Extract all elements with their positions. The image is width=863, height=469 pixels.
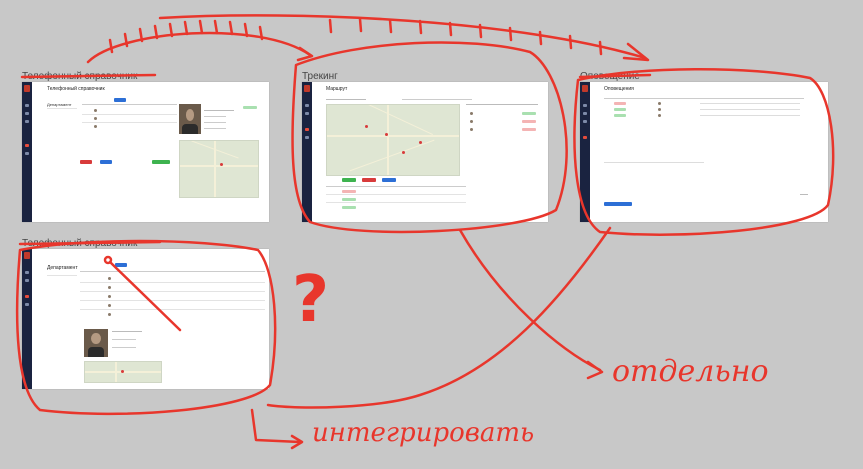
circle-notifications	[573, 68, 835, 236]
strike-line	[18, 240, 162, 246]
circle-phonebook	[15, 239, 277, 416]
question-mark: ?	[292, 263, 330, 337]
separately-note: отдельно	[612, 354, 769, 389]
circle-tracking	[291, 41, 568, 234]
strike-line	[20, 73, 157, 79]
strike-line	[578, 73, 652, 79]
connector-line	[108, 260, 182, 332]
arrow-to-separately	[458, 228, 602, 372]
arrow-phonebook-to-tracking	[86, 31, 312, 64]
arrow-tracking-to-notifications	[158, 14, 647, 60]
integrate-note: интегрировать	[312, 418, 535, 448]
annotation-layer	[15, 14, 835, 450]
